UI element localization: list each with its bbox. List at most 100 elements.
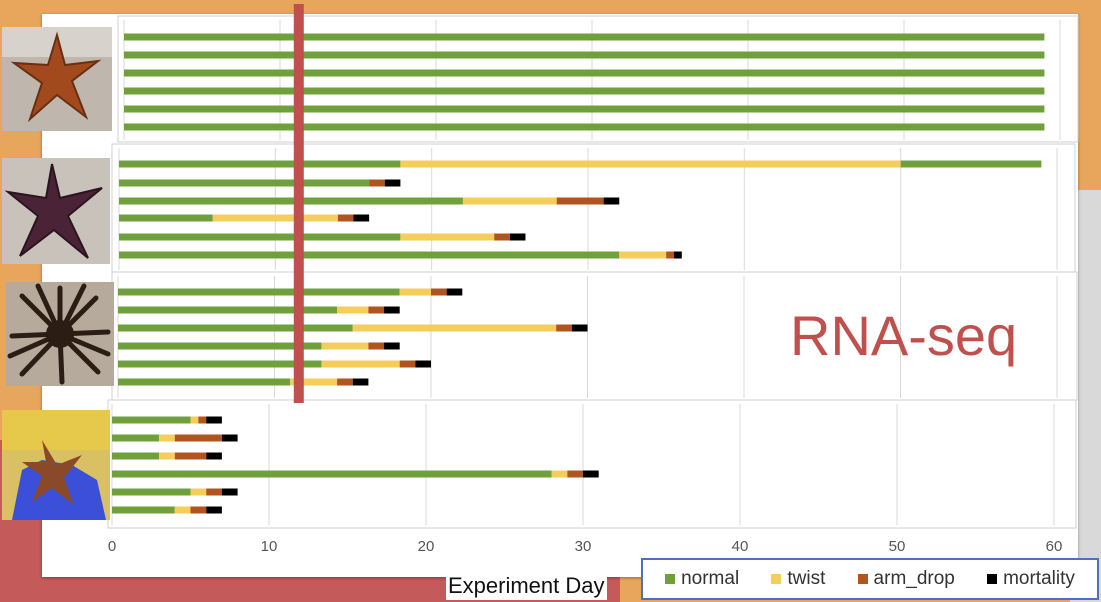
rna-seq-annotation: RNA-seq (790, 304, 1018, 367)
bar-segment-twist (159, 452, 175, 460)
bar-segment-normal (119, 251, 620, 259)
bar-segment-normal (118, 288, 400, 296)
bar-segment-mortality (673, 251, 682, 259)
bar-segment-normal (118, 324, 353, 332)
bar-segment-mortality (206, 506, 222, 514)
bar-segment-normal (119, 233, 401, 241)
bar-segment-normal (119, 179, 370, 187)
legend-item-normal: normal (665, 568, 739, 590)
bar-segment-normal (124, 87, 1045, 95)
x-tick-label: 60 (1046, 538, 1063, 555)
legend: normal twist arm_drop mortality (641, 558, 1099, 600)
bar-segment-mortality (603, 197, 620, 205)
bar-segment-arm-drop (369, 179, 385, 187)
sea-star-purple-photo-icon (2, 158, 110, 264)
x-tick-label: 50 (889, 538, 906, 555)
bar-segment-normal (124, 69, 1045, 77)
sea-star-orange-photo-icon (2, 27, 112, 131)
bar-segment-normal (124, 123, 1045, 131)
legend-label-arm-drop: arm_drop (873, 568, 955, 589)
bar-segment-mortality (384, 179, 401, 187)
bar-segment-twist (619, 251, 667, 259)
x-tick-label: 0 (108, 538, 116, 555)
bar-segment-mortality (206, 452, 222, 460)
bar-segment-arm-drop (368, 342, 385, 350)
bar-segment-twist (174, 506, 191, 514)
bar-segment-arm-drop (337, 214, 354, 222)
bar-segment-arm-drop (556, 324, 572, 332)
bar-segment-mortality (206, 416, 222, 424)
bar-segment-normal (112, 506, 175, 514)
bar-segment-mortality (415, 360, 431, 368)
bar-segment-arm-drop (190, 506, 207, 514)
bar-segment-normal (124, 105, 1045, 113)
bar-segment-arm-drop (174, 452, 207, 460)
bar-segment-twist (321, 342, 369, 350)
bar-segment-mortality (352, 378, 369, 386)
bar-segment-mortality (509, 233, 526, 241)
legend-swatch-arm-drop (857, 574, 868, 584)
x-tick-label: 10 (261, 538, 278, 555)
bar-segment-arm-drop (494, 233, 510, 241)
bar-segment-normal (112, 416, 191, 424)
bar-segment-normal (124, 33, 1045, 41)
bar-segment-twist (399, 288, 431, 296)
chart-area: 0 10 20 30 40 50 60 RNA-seq Experiment D… (0, 0, 1101, 602)
legend-swatch-mortality (987, 574, 998, 584)
bar-segment-mortality (221, 434, 238, 442)
bar-segment-mortality (571, 324, 588, 332)
bar-segment-twist (400, 233, 495, 241)
bar-segment-normal (112, 434, 160, 442)
bar-segment-twist (400, 160, 901, 168)
legend-swatch-normal (665, 574, 676, 584)
legend-label-mortality: mortality (1003, 568, 1075, 589)
bar-segment-twist (551, 470, 568, 478)
bar-segment-mortality (353, 214, 370, 222)
legend-label-twist: twist (787, 568, 826, 589)
bar-segment-mortality (446, 288, 463, 296)
bar-segment-twist (190, 488, 207, 496)
sunflower-star-photo-icon (6, 282, 114, 386)
bar-segment-normal (119, 214, 213, 222)
bar-segment-normal (119, 197, 463, 205)
bar-segment-mortality (583, 470, 599, 478)
bar-segment-twist (462, 197, 557, 205)
bar-segment-arm-drop (399, 360, 416, 368)
bar-segment-twist (321, 360, 400, 368)
legend-item-arm-drop: arm_drop (857, 568, 955, 590)
bar-segment-normal (118, 342, 322, 350)
bar-segment-normal (112, 452, 160, 460)
legend-swatch-twist (771, 574, 782, 584)
bar-segment-arm-drop (567, 470, 583, 478)
sea-star-in-hand-photo-icon (2, 410, 110, 520)
bar-segment-arm-drop (337, 378, 353, 386)
bar-segment-arm-drop (174, 434, 222, 442)
bar-segment-twist (159, 434, 175, 442)
x-axis-label: Experiment Day (446, 572, 607, 600)
bar-segment-normal (112, 488, 191, 496)
bar-segment-arm-drop (368, 306, 385, 314)
x-tick-label: 30 (575, 538, 592, 555)
bar-segment-twist (352, 324, 557, 332)
bar-segment-normal (119, 160, 401, 168)
bar-segment-normal (118, 360, 322, 368)
legend-item-twist: twist (771, 568, 825, 590)
bar-segment-arm-drop (431, 288, 447, 296)
panel-4-background (107, 399, 1077, 529)
bar-segment-normal (900, 160, 1042, 168)
bar-segment-mortality (221, 488, 238, 496)
bar-segment-arm-drop (206, 488, 222, 496)
x-tick-label: 40 (732, 538, 749, 555)
x-tick-label: 20 (418, 538, 435, 555)
bar-segment-arm-drop (198, 416, 207, 424)
legend-item-mortality: mortality (987, 568, 1075, 590)
bar-segment-normal (118, 306, 338, 314)
stacked-bar-chart: 0 10 20 30 40 50 60 (107, 4, 1079, 555)
legend-label-normal: normal (681, 568, 740, 589)
bar-segment-twist (212, 214, 338, 222)
bar-segment-arm-drop (556, 197, 604, 205)
bar-segment-arm-drop (666, 251, 674, 259)
bar-segment-normal (112, 470, 552, 478)
bar-segment-mortality (384, 342, 400, 350)
bar-segment-mortality (384, 306, 400, 314)
